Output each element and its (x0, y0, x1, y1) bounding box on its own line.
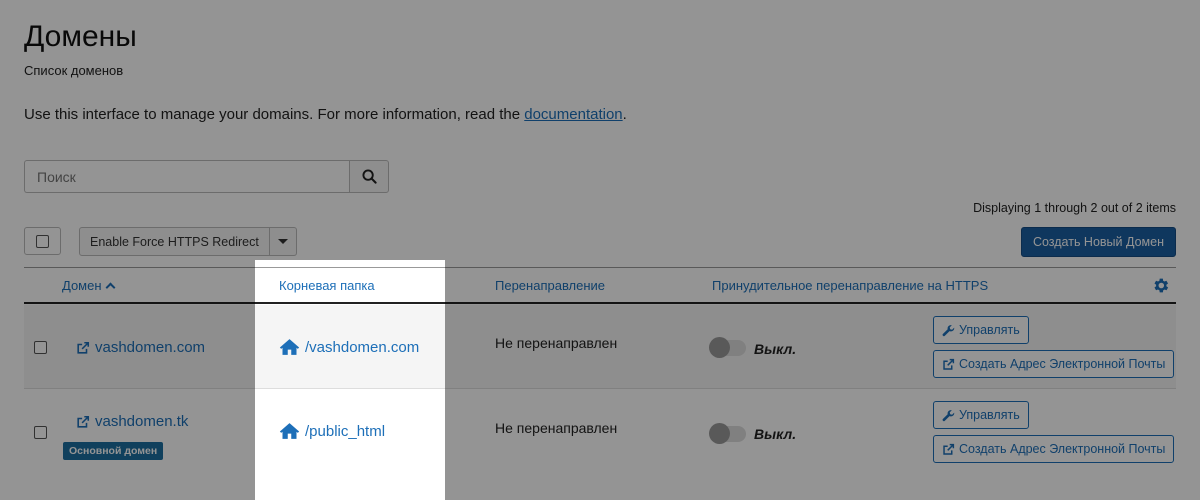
domain-name: vashdomen.com (95, 339, 206, 356)
intro-end: . (622, 106, 627, 123)
document-root-link[interactable]: /vashdomen.com (279, 338, 419, 356)
page-subtitle: Список доменов (24, 63, 124, 78)
select-all-checkbox[interactable] (24, 227, 61, 255)
domain-name: vashdomen.tk (95, 413, 189, 430)
manage-button[interactable]: Управлять (933, 401, 1029, 429)
column-header-https[interactable]: Принудительное перенаправление на HTTPS (712, 278, 988, 293)
force-https-state: Выкл. (754, 341, 797, 357)
row-checkbox[interactable] (34, 426, 47, 439)
document-root-link[interactable]: /public_html (279, 422, 385, 440)
create-email-button[interactable]: Создать Адрес Электронной Почты (933, 350, 1175, 378)
external-link-icon (77, 415, 90, 428)
home-icon (279, 423, 300, 439)
toggle-knob (709, 423, 730, 444)
table-row: vashdomen.com /vashdomen.com Не перенапр… (24, 305, 1176, 389)
bulk-action-group: Enable Force HTTPS Redirect (79, 227, 297, 256)
column-header-redirect[interactable]: Перенаправление (495, 278, 605, 293)
search-button[interactable] (349, 160, 389, 193)
search-icon (361, 169, 377, 184)
redirect-status: Не перенаправлен (495, 420, 618, 436)
pagination-summary: Displaying 1 through 2 out of 2 items (973, 201, 1176, 215)
gear-icon (1154, 278, 1169, 293)
external-link-icon (943, 443, 955, 455)
sort-ascending-icon (105, 282, 115, 293)
document-root-path: /vashdomen.com (305, 338, 420, 356)
table-header: Домен Корневая папка Перенаправление При… (24, 268, 1176, 304)
force-https-toggle[interactable] (709, 337, 746, 358)
primary-domain-badge: Основной домен (63, 442, 164, 460)
column-domain-label: Домен (62, 278, 102, 293)
toggle-knob (709, 337, 730, 358)
document-root-path: /public_html (305, 422, 386, 440)
manage-label: Управлять (959, 408, 1020, 422)
page: Домены Список доменов Use this interface… (0, 0, 1200, 500)
search-bar (24, 160, 389, 193)
caret-down-icon (277, 239, 288, 244)
manage-button[interactable]: Управлять (933, 316, 1029, 344)
column-header-root[interactable]: Корневая папка (279, 278, 375, 293)
manage-label: Управлять (959, 323, 1020, 337)
create-domain-button[interactable]: Создать Новый Домен (1020, 227, 1176, 257)
external-link-icon (943, 358, 955, 370)
intro-body: Use this interface to manage your domain… (24, 106, 525, 123)
table-row: vashdomen.tk Основной домен /public_html… (24, 390, 1176, 474)
domain-link[interactable]: vashdomen.tk (76, 413, 188, 430)
page-title: Домены (24, 20, 137, 53)
documentation-link[interactable]: documentation (524, 106, 622, 123)
create-email-label: Создать Адрес Электронной Почты (959, 442, 1166, 456)
wrench-icon (942, 409, 955, 421)
column-header-domain[interactable]: Домен (62, 278, 115, 293)
search-input[interactable] (24, 160, 349, 193)
table-settings-button[interactable] (1151, 276, 1170, 300)
intro-text: Use this interface to manage your domain… (24, 106, 627, 123)
domain-link[interactable]: vashdomen.com (76, 339, 205, 356)
force-https-state: Выкл. (754, 426, 797, 442)
row-checkbox[interactable] (34, 341, 47, 354)
force-https-toggle[interactable] (709, 423, 746, 444)
wrench-icon (942, 324, 955, 336)
bulk-action-dropdown[interactable] (269, 227, 297, 256)
redirect-status: Не перенаправлен (495, 335, 618, 351)
create-email-button[interactable]: Создать Адрес Электронной Почты (933, 435, 1175, 463)
home-icon (279, 339, 300, 355)
enable-force-https-button[interactable]: Enable Force HTTPS Redirect (79, 227, 270, 256)
create-email-label: Создать Адрес Электронной Почты (959, 357, 1166, 371)
external-link-icon (77, 341, 90, 354)
checkbox-box (36, 234, 49, 248)
